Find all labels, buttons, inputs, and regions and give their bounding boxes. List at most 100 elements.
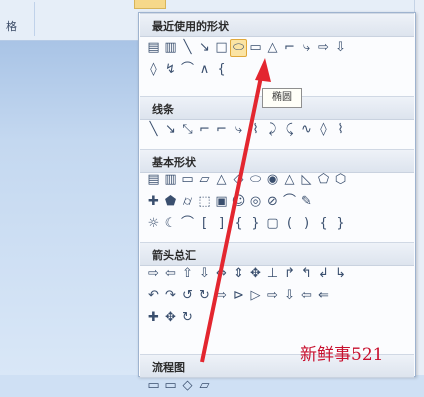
shape-button[interactable]: ⌒ xyxy=(179,215,196,233)
shape-button[interactable]: ◇ xyxy=(230,171,247,189)
shape-button[interactable]: ⌇ xyxy=(332,121,349,139)
shape-button[interactable]: ⌐ xyxy=(281,39,298,57)
shape-button[interactable]: ⇧ xyxy=(179,265,196,283)
shapes-gallery: 最近使用的形状 ▤ ▥ ╲ ↘ □ ⬭ ▭ △ ⌐ ⤷ ⇨ ⇩ ◊ ↯ ⌒ ∧{线条 ╲ ↘ ⤡ ⌐ ⌐ ⤷ ⌇ ⤸ ⤹ ∿ ◊ ⌇ 基本… xyxy=(138,12,416,393)
shape-button[interactable]: △ xyxy=(264,39,281,57)
shape-button[interactable]: ⇐ xyxy=(315,287,332,305)
shape-button[interactable]: ◊ xyxy=(315,121,332,139)
shape-button[interactable]: ⊘ xyxy=(264,193,281,211)
shape-button[interactable]: ↳ xyxy=(332,265,349,283)
shape-button[interactable]: ✥ xyxy=(162,309,179,327)
shape-button[interactable]: ╲ xyxy=(179,39,196,57)
shape-button[interactable]: } xyxy=(332,215,349,233)
shape-button[interactable]: ⇩ xyxy=(332,39,349,57)
shape-button[interactable]: ☾ xyxy=(162,215,179,233)
shape-button[interactable]: □ xyxy=(213,39,230,57)
shape-button[interactable]: ⊳ xyxy=(230,287,247,305)
shape-button[interactable]: ▥ xyxy=(162,39,179,57)
shape-button[interactable]: ⇨ xyxy=(315,39,332,57)
shape-button[interactable]: △ xyxy=(281,171,298,189)
shape-button[interactable]: ⇨ xyxy=(145,265,162,283)
shape-button[interactable]: ◎ xyxy=(247,193,264,211)
shape-button[interactable]: ⇨ xyxy=(264,287,281,305)
shape-button[interactable]: ▭ xyxy=(145,377,162,395)
shape-button[interactable]: ⇦ xyxy=(162,265,179,283)
shape-button[interactable]: ↲ xyxy=(315,265,332,283)
shape-row: ✚ ⬟ ⌭ ⬚ ▣ ☺ ◎ ⊘ ⌒ ✎ xyxy=(145,193,315,213)
shape-button[interactable]: ↶ xyxy=(145,287,162,305)
shape-button[interactable]: ⬡ xyxy=(332,171,349,189)
shape-button[interactable]: ✎ xyxy=(298,193,315,211)
shape-button[interactable]: ) xyxy=(298,215,315,233)
shape-button[interactable]: ▢ xyxy=(264,215,281,233)
shape-button[interactable]: ☺ xyxy=(230,193,247,211)
shape-button[interactable]: ▣ xyxy=(213,193,230,211)
shapes-button[interactable] xyxy=(134,0,166,9)
shape-button[interactable]: ⌭ xyxy=(179,193,196,211)
shape-button[interactable]: ▤ xyxy=(145,39,162,57)
shape-button[interactable]: ⇨ xyxy=(213,287,230,305)
shape-button[interactable]: ◺ xyxy=(298,171,315,189)
shape-button[interactable]: ↺ xyxy=(179,287,196,305)
shape-button[interactable]: ⌐ xyxy=(196,121,213,139)
shape-button[interactable]: ↷ xyxy=(162,287,179,305)
shape-button[interactable]: } xyxy=(247,215,264,233)
shape-button[interactable]: ▤ xyxy=(145,171,162,189)
shape-button[interactable]: ⌇ xyxy=(247,121,264,139)
shape-button[interactable]: ▱ xyxy=(196,377,213,395)
shape-button[interactable]: ⤡ xyxy=(179,121,196,139)
shape-button[interactable]: ✚ xyxy=(145,193,162,211)
section-header: 最近使用的形状 xyxy=(140,13,414,37)
shape-button[interactable]: ✚ xyxy=(145,309,162,327)
shape-button[interactable]: ☼ xyxy=(145,215,162,233)
shape-button[interactable]: ( xyxy=(281,215,298,233)
shape-button[interactable]: ⬠ xyxy=(315,171,332,189)
shape-button[interactable]: ↱ xyxy=(281,265,298,283)
shape-button[interactable]: ⌐ xyxy=(213,121,230,139)
shape-button[interactable]: { xyxy=(230,215,247,233)
shape-button[interactable]: △ xyxy=(213,171,230,189)
shape-button[interactable]: ↘ xyxy=(196,39,213,57)
shape-button[interactable]: ▭ xyxy=(247,39,264,57)
shape-button[interactable]: ▭ xyxy=(179,171,196,189)
shape-button[interactable]: ◉ xyxy=(264,171,281,189)
shape-button[interactable]: ↰ xyxy=(298,265,315,283)
shape-button[interactable]: [ xyxy=(196,215,213,233)
shape-button[interactable]: ⊥ xyxy=(264,265,281,283)
shape-button[interactable]: ↯ xyxy=(162,61,179,79)
section-header: 基本形状 xyxy=(140,149,414,173)
shape-button[interactable]: ⬭ xyxy=(247,171,264,189)
shape-button[interactable]: ╲ xyxy=(145,121,162,139)
ellipse-shape-button[interactable]: ⬭ xyxy=(230,39,247,57)
shape-button[interactable]: ⤷ xyxy=(230,121,247,139)
shape-button[interactable]: ⇕ xyxy=(230,265,247,283)
shape-button[interactable]: ⌒ xyxy=(179,61,196,79)
shape-button[interactable]: ⬚ xyxy=(196,193,213,211)
shape-button[interactable]: ⤸ xyxy=(264,121,281,139)
shape-button[interactable]: { xyxy=(315,215,332,233)
shape-button[interactable]: ↻ xyxy=(179,309,196,327)
shape-button[interactable]: ⇩ xyxy=(196,265,213,283)
shape-button[interactable]: ⇔ xyxy=(213,265,230,283)
shape-button[interactable]: ⌒ xyxy=(281,193,298,211)
shape-button[interactable]: ⬟ xyxy=(162,193,179,211)
section-title: 最近使用的形状 xyxy=(152,20,229,33)
shape-button[interactable]: ∧ xyxy=(196,61,213,79)
shape-button[interactable]: ] xyxy=(213,215,230,233)
shape-button[interactable]: ⤹ xyxy=(281,121,298,139)
shape-button[interactable]: ⇦ xyxy=(298,287,315,305)
shape-button[interactable]: ∿ xyxy=(298,121,315,139)
shape-button[interactable]: ▭ xyxy=(162,377,179,395)
shape-button[interactable]: ⇩ xyxy=(281,287,298,305)
shape-button[interactable]: ▥ xyxy=(162,171,179,189)
shape-button[interactable]: ↘ xyxy=(162,121,179,139)
shape-button[interactable]: ▷ xyxy=(247,287,264,305)
shape-button[interactable]: { xyxy=(213,61,230,79)
shape-button[interactable]: ↻ xyxy=(196,287,213,305)
shape-button[interactable]: ⤷ xyxy=(298,39,315,57)
shape-button[interactable]: ✥ xyxy=(247,265,264,283)
shape-button[interactable]: ◊ xyxy=(145,61,162,79)
shape-button[interactable]: ◇ xyxy=(179,377,196,395)
shape-row: ⇨ ⇦ ⇧ ⇩ ⇔ ⇕ ✥ ⊥ ↱ ↰ ↲ ↳ xyxy=(145,265,349,285)
shape-button[interactable]: ▱ xyxy=(196,171,213,189)
